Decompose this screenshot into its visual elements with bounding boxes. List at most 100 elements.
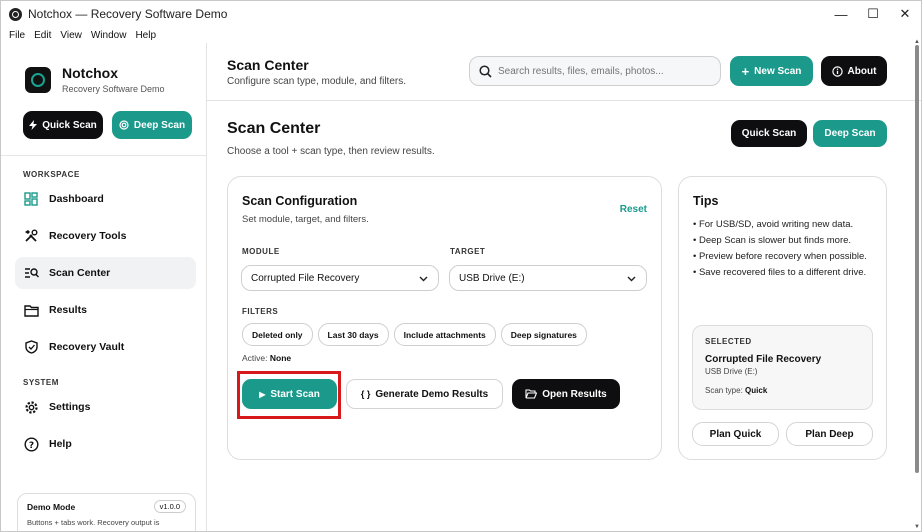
- active-filters: Active: None: [242, 353, 292, 363]
- app-icon: [9, 7, 22, 21]
- search-box[interactable]: [469, 56, 721, 86]
- brand-name: Notchox: [62, 65, 118, 81]
- target-select[interactable]: USB Drive (E:): [449, 265, 647, 291]
- plan-deep-button[interactable]: Plan Deep: [786, 422, 873, 446]
- reset-link[interactable]: Reset: [620, 204, 647, 215]
- chevron-down-icon: [419, 276, 428, 282]
- search-input[interactable]: [498, 65, 708, 77]
- content-subtitle: Choose a tool + scan type, then review r…: [227, 146, 435, 157]
- menu-view[interactable]: View: [60, 30, 82, 41]
- folder-icon: [23, 302, 39, 318]
- gear-icon: [23, 399, 39, 415]
- sidebar-item-help[interactable]: ? Help: [15, 428, 196, 460]
- quick-scan-button[interactable]: Quick Scan: [731, 120, 807, 147]
- active-filters-value: None: [269, 353, 292, 363]
- start-scan-highlight: [237, 371, 341, 419]
- dashboard-icon: [23, 191, 39, 207]
- filter-chip-deleted-only[interactable]: Deleted only: [242, 323, 313, 346]
- scan-search-icon: [23, 265, 39, 281]
- demo-mode-text: Buttons + tabs work. Recovery output is: [27, 518, 160, 527]
- menu-bar: File Edit View Window Help: [1, 27, 921, 43]
- folder-open-icon: [525, 389, 538, 399]
- tip-item: • Deep Scan is slower but finds more.: [693, 235, 852, 246]
- page-subtitle: Configure scan type, module, and filters…: [227, 76, 406, 87]
- sidebar-item-scan-center[interactable]: Scan Center: [15, 257, 196, 289]
- menu-edit[interactable]: Edit: [34, 30, 51, 41]
- module-select[interactable]: Corrupted File Recovery: [241, 265, 439, 291]
- top-bar: Scan Center Configure scan type, module,…: [207, 43, 921, 101]
- bolt-icon: [29, 120, 38, 130]
- sidebar-deep-scan-button[interactable]: Deep Scan: [112, 111, 192, 139]
- chevron-down-icon: [627, 276, 636, 282]
- scrollbar-thumb[interactable]: [915, 45, 919, 473]
- maximize-button[interactable]: ☐: [857, 1, 889, 27]
- tips-list: • For USB/SD, avoid writing new data. • …: [693, 217, 878, 281]
- module-label: MODULE: [242, 247, 280, 256]
- generate-demo-results-button[interactable]: { } Generate Demo Results: [346, 379, 503, 409]
- brand-logo-icon: [25, 66, 51, 93]
- app-window: Notchox — Recovery Software Demo — ☐ ✕ F…: [0, 0, 922, 532]
- selected-label: SELECTED: [705, 337, 752, 346]
- plus-icon: +: [741, 63, 750, 79]
- close-button[interactable]: ✕: [889, 1, 921, 27]
- version-badge: v1.0.0: [153, 500, 186, 513]
- scroll-down-icon[interactable]: ▼: [914, 524, 920, 530]
- sidebar: Notchox Recovery Software Demo Quick Sca…: [1, 43, 207, 531]
- menu-window[interactable]: Window: [91, 30, 127, 41]
- tip-item: • Save recovered files to a different dr…: [693, 267, 867, 278]
- menu-help[interactable]: Help: [135, 30, 156, 41]
- filter-chip-deep-signatures[interactable]: Deep signatures: [500, 323, 587, 346]
- page-title: Scan Center: [227, 57, 309, 73]
- tools-icon: [23, 228, 39, 244]
- about-button[interactable]: About: [821, 56, 887, 86]
- help-icon: ?: [23, 436, 39, 452]
- selected-target: USB Drive (E:): [705, 367, 758, 376]
- window-title: Notchox — Recovery Software Demo: [28, 7, 228, 21]
- workspace-section-label: WORKSPACE: [23, 170, 80, 179]
- workspace-nav: Dashboard Recovery Tools Scan Center Res…: [1, 179, 206, 363]
- filter-chip-last-30-days[interactable]: Last 30 days: [317, 323, 389, 346]
- selected-scan-type: Scan type: Quick: [705, 386, 768, 395]
- sidebar-item-recovery-tools[interactable]: Recovery Tools: [15, 220, 196, 252]
- title-bar: Notchox — Recovery Software Demo — ☐ ✕: [1, 1, 921, 27]
- sidebar-item-recovery-vault[interactable]: Recovery Vault: [15, 331, 196, 363]
- open-results-button[interactable]: Open Results: [512, 379, 620, 409]
- brand-subtitle: Recovery Software Demo: [62, 84, 165, 94]
- system-nav: Settings ? Help: [1, 387, 206, 460]
- tips-card: Tips • For USB/SD, avoid writing new dat…: [678, 176, 887, 460]
- tip-item: • Preview before recovery when possible.: [693, 251, 867, 262]
- target-label: TARGET: [450, 247, 486, 256]
- menu-file[interactable]: File: [9, 30, 25, 41]
- sidebar-item-dashboard[interactable]: Dashboard: [15, 183, 196, 215]
- svg-text:?: ?: [28, 441, 33, 451]
- filters-label: FILTERS: [242, 307, 279, 316]
- info-icon: [831, 65, 843, 77]
- plan-quick-button[interactable]: Plan Quick: [692, 422, 779, 446]
- selected-module: Corrupted File Recovery: [705, 354, 822, 365]
- config-subtitle: Set module, target, and filters.: [242, 214, 369, 225]
- deep-scan-button[interactable]: Deep Scan: [813, 120, 887, 147]
- filter-chip-include-attachments[interactable]: Include attachments: [393, 323, 496, 346]
- sidebar-item-results[interactable]: Results: [15, 294, 196, 326]
- scrollbar[interactable]: ▲ ▼: [913, 39, 921, 531]
- tips-title: Tips: [693, 194, 719, 208]
- filter-chips: Deleted only Last 30 days Include attach…: [242, 323, 587, 346]
- tip-item: • For USB/SD, avoid writing new data.: [693, 219, 854, 230]
- braces-icon: { }: [360, 389, 371, 399]
- radar-icon: [119, 120, 129, 130]
- sidebar-item-settings[interactable]: Settings: [15, 391, 196, 423]
- sidebar-quick-scan-button[interactable]: Quick Scan: [23, 111, 103, 139]
- search-icon: [479, 64, 492, 78]
- main-area: Scan Center Configure scan type, module,…: [207, 39, 921, 531]
- new-scan-button[interactable]: + New Scan: [730, 56, 813, 86]
- brand: Notchox Recovery Software Demo: [1, 43, 206, 94]
- module-value: Corrupted File Recovery: [251, 272, 360, 284]
- content-title: Scan Center: [227, 120, 321, 137]
- selected-summary: SELECTED Corrupted File Recovery USB Dri…: [692, 325, 873, 410]
- target-value: USB Drive (E:): [459, 272, 525, 284]
- minimize-button[interactable]: —: [825, 1, 857, 27]
- demo-mode-card: Demo Mode v1.0.0 Buttons + tabs work. Re…: [17, 493, 196, 531]
- system-section-label: SYSTEM: [23, 378, 59, 387]
- config-title: Scan Configuration: [242, 194, 358, 208]
- scan-type-value: Quick: [745, 386, 768, 395]
